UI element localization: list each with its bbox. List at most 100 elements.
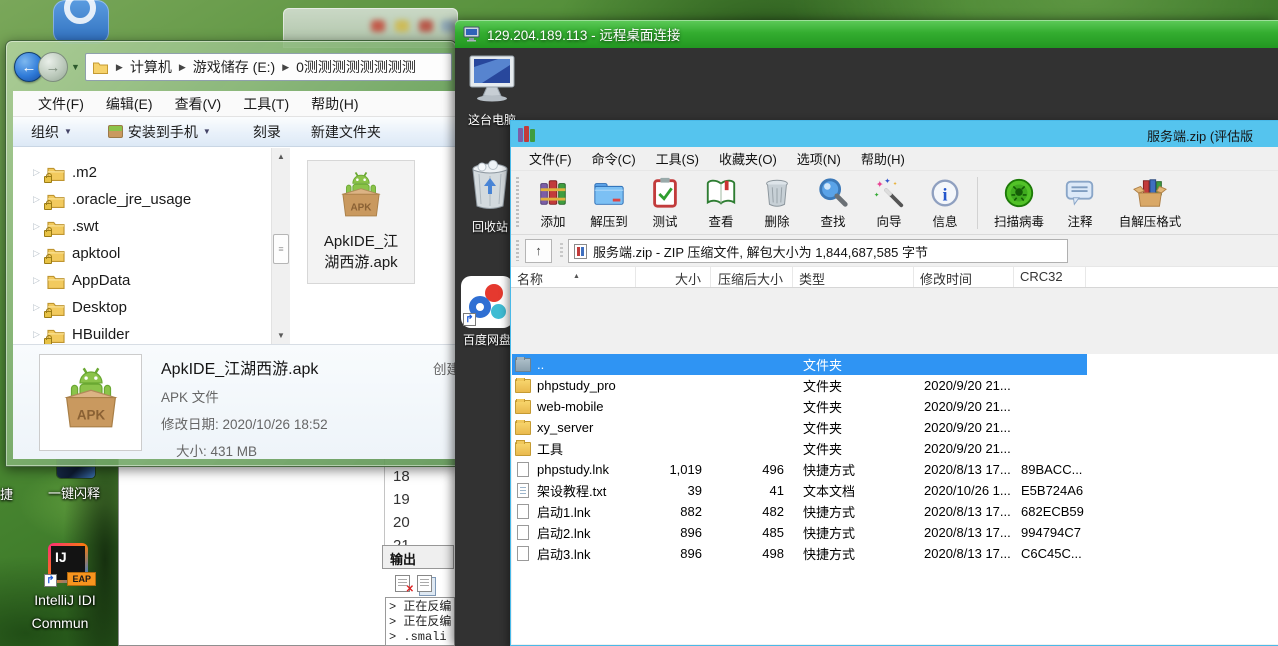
toolbar-button-wizard[interactable]: ✦✦✦✦向导	[861, 174, 917, 230]
archive-path-combo[interactable]: 服务端.zip - ZIP 压缩文件, 解包大小为 1,844,687,585 …	[568, 239, 1068, 263]
sidebar-folder-m2[interactable]: ▷.m2	[13, 159, 271, 186]
output-panel-tab[interactable]: 输出	[382, 545, 454, 569]
column-header-0[interactable]: 名称▲	[511, 267, 636, 287]
host-app-icon[interactable]	[53, 0, 109, 44]
sidebar-folder-Desktop[interactable]: ▷Desktop	[13, 294, 271, 321]
organize-button[interactable]: 组织▼	[31, 122, 72, 142]
winrar-title-text: 服务端.zip (评估版	[1147, 126, 1253, 145]
breadcrumb-item-0[interactable]: 计算机	[130, 57, 172, 77]
toolbar-button-label: 解压到	[581, 211, 637, 230]
toolbar-button-label: 信息	[917, 211, 973, 230]
scroll-down-icon[interactable]: ▼	[273, 327, 289, 344]
archive-row-5[interactable]: phpstudy.lnk1,019496快捷方式2020/8/13 17...8…	[512, 459, 1087, 480]
install-to-phone-button[interactable]: 安装到手机▼	[108, 122, 211, 142]
toolbar-button-sfx[interactable]: 自解压格式	[1108, 174, 1192, 230]
toolbar-button-test[interactable]: 测试	[637, 174, 693, 230]
explorer-menu-3[interactable]: 工具(T)	[232, 94, 300, 114]
cell: 2020/9/20 21...	[915, 378, 1015, 393]
desktop-icon-this-pc[interactable]: 这台电脑	[457, 55, 527, 128]
breadcrumb-item-2[interactable]: 0测测测测测测测测	[296, 57, 416, 77]
explorer-menu-2[interactable]: 查看(V)	[164, 94, 233, 114]
shortcut-arrow-icon: ↱	[44, 574, 57, 587]
scroll-up-icon[interactable]: ▲	[273, 148, 289, 165]
file-area: APK ApkIDE_江 湖西游.apk	[290, 148, 456, 344]
toolbar-button-label: 查看	[693, 211, 749, 230]
archive-row-1[interactable]: phpstudy_pro文件夹2020/9/20 21...	[512, 375, 1087, 396]
rdp-icon	[463, 26, 480, 42]
cell: 882	[637, 504, 712, 519]
toolbar-button-label: 自解压格式	[1108, 211, 1192, 230]
sidebar-folder-apktool[interactable]: ▷apktool	[13, 240, 271, 267]
rdp-titlebar[interactable]: 129.204.189.113 - 远程桌面连接	[455, 20, 1278, 48]
explorer-menu-1[interactable]: 编辑(E)	[95, 94, 164, 114]
expander-icon[interactable]: ▷	[33, 275, 42, 286]
cell: 启动1.lnk	[512, 502, 637, 521]
winrar-menu-3[interactable]: 收藏夹(O)	[709, 149, 787, 168]
sidebar-folder-swt[interactable]: ▷.swt	[13, 213, 271, 240]
winrar-titlebar[interactable]: 服务端.zip (评估版	[511, 121, 1278, 147]
column-header-1[interactable]: 大小	[636, 267, 711, 287]
explorer-menu-0[interactable]: 文件(F)	[27, 94, 95, 114]
breadcrumb[interactable]: ▶计算机▶游戏储存 (E:)▶0测测测测测测测测	[85, 53, 452, 81]
expander-icon[interactable]: ▷	[33, 167, 42, 178]
winrar-menu-2[interactable]: 工具(S)	[646, 149, 709, 168]
column-header-3[interactable]: 类型	[793, 267, 914, 287]
file-name: phpstudy_pro	[537, 378, 616, 393]
address-grip	[516, 240, 519, 261]
winrar-address-row: ↑ 服务端.zip - ZIP 压缩文件, 解包大小为 1,844,687,58…	[511, 235, 1278, 267]
copy-output-icon[interactable]	[417, 575, 432, 592]
cell: 快捷方式	[794, 502, 915, 521]
explorer-menu-4[interactable]: 帮助(H)	[300, 94, 369, 114]
new-folder-button[interactable]: 新建文件夹	[311, 122, 381, 142]
sidebar-folder-AppData[interactable]: ▷AppData	[13, 267, 271, 294]
archive-row-3[interactable]: xy_server文件夹2020/9/20 21...	[512, 417, 1087, 438]
archive-row-2[interactable]: web-mobile文件夹2020/9/20 21...	[512, 396, 1087, 417]
rdp-title-text: 129.204.189.113 - 远程桌面连接	[487, 24, 680, 44]
cell: 文件夹	[794, 418, 915, 437]
archive-row-0[interactable]: ..文件夹	[512, 354, 1087, 375]
toolbar-button-find[interactable]: 查找	[805, 174, 861, 230]
column-header-4[interactable]: 修改时间	[914, 267, 1014, 287]
clear-output-icon[interactable]	[395, 575, 410, 592]
forward-button[interactable]: →	[38, 52, 68, 82]
up-directory-button[interactable]: ↑	[525, 239, 552, 263]
expander-icon[interactable]: ▷	[33, 248, 42, 259]
winrar-menu-5[interactable]: 帮助(H)	[851, 149, 915, 168]
archive-row-6[interactable]: 架设教程.txt3941文本文档2020/10/26 1...E5B724A6	[512, 480, 1087, 501]
toolbar-button-info[interactable]: i信息	[917, 174, 973, 230]
blurred-dot-icon	[419, 20, 433, 32]
winrar-menu-1[interactable]: 命令(C)	[582, 149, 646, 168]
toolbar-button-scan[interactable]: 扫描病毒	[986, 174, 1052, 230]
archive-row-9[interactable]: 启动3.lnk896498快捷方式2020/8/13 17...C6C45C..…	[512, 543, 1087, 564]
toolbar-button-comment[interactable]: 注释	[1052, 174, 1108, 230]
explorer-window: ← → ▼ ▶计算机▶游戏储存 (E:)▶0测测测测测测测测 文件(F)编辑(E…	[5, 40, 457, 467]
expander-icon[interactable]: ▷	[33, 302, 42, 313]
toolbar-button-extract[interactable]: 解压到	[581, 174, 637, 230]
burn-button[interactable]: 刻录	[253, 122, 281, 142]
apk-file-tile[interactable]: APK ApkIDE_江 湖西游.apk	[307, 160, 415, 284]
toolbar-button-view[interactable]: 查看	[693, 174, 749, 230]
winrar-window: 服务端.zip (评估版 文件(F)命令(C)工具(S)收藏夹(O)选项(N)帮…	[510, 120, 1278, 646]
history-dropdown-icon[interactable]: ▼	[71, 62, 80, 72]
cell: 896	[637, 525, 712, 540]
scrollbar-thumb[interactable]: ≡	[273, 234, 289, 264]
column-header-2[interactable]: 压缩后大小	[711, 267, 793, 287]
sidebar-folder-oracle_jre_usage[interactable]: ▷.oracle_jre_usage	[13, 186, 271, 213]
toolbar-button-label: 扫描病毒	[986, 211, 1052, 230]
breadcrumb-item-1[interactable]: 游戏储存 (E:)	[193, 57, 275, 77]
expander-icon[interactable]: ▷	[33, 221, 42, 232]
sort-asc-icon: ▲	[573, 273, 580, 280]
expander-icon[interactable]: ▷	[33, 194, 42, 205]
archive-row-4[interactable]: 工具文件夹2020/9/20 21...	[512, 438, 1087, 459]
cell: 994794C7	[1015, 525, 1087, 540]
expander-icon[interactable]: ▷	[33, 329, 42, 340]
toolbar-button-add[interactable]: 添加	[525, 174, 581, 230]
archive-row-8[interactable]: 启动2.lnk896485快捷方式2020/8/13 17...994794C7	[512, 522, 1087, 543]
toolbar-button-delete[interactable]: 删除	[749, 174, 805, 230]
column-header-5[interactable]: CRC32	[1014, 267, 1086, 287]
intellij-idea-icon[interactable]: IJ EAP ↱	[48, 543, 88, 583]
winrar-menu-0[interactable]: 文件(F)	[519, 149, 582, 168]
sidebar-scrollbar[interactable]: ▲ ≡ ▼	[271, 148, 290, 344]
winrar-menu-4[interactable]: 选项(N)	[787, 149, 851, 168]
archive-row-7[interactable]: 启动1.lnk882482快捷方式2020/8/13 17...682ECB59	[512, 501, 1087, 522]
